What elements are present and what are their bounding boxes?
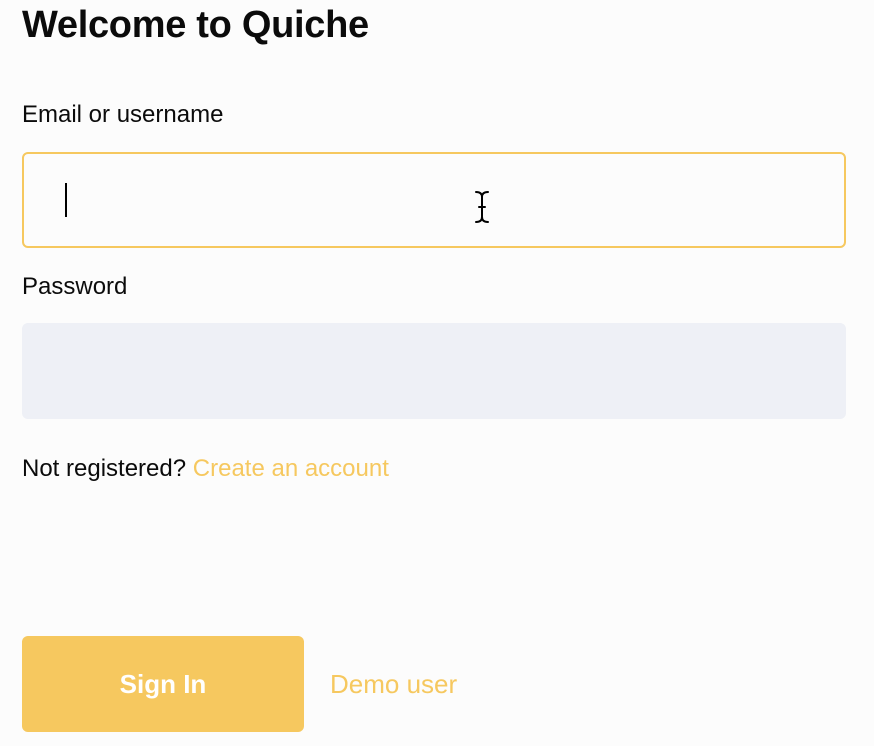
login-page: Welcome to Quiche Email or username Pass… [0, 0, 874, 746]
text-caret [65, 183, 67, 217]
password-field[interactable] [23, 324, 845, 418]
register-text: Not registered? [22, 455, 187, 482]
text-cursor-icon [475, 191, 489, 223]
email-label: Email or username [22, 101, 224, 128]
page-title: Welcome to Quiche [22, 4, 369, 46]
email-field[interactable] [24, 154, 844, 246]
create-account-link[interactable]: Create an account [193, 455, 389, 482]
sign-in-button[interactable]: Sign In [22, 636, 304, 732]
password-field-wrapper [22, 323, 846, 419]
register-prompt: Not registered? Create an account [22, 454, 389, 484]
password-label: Password [22, 273, 128, 300]
demo-user-link[interactable]: Demo user [330, 668, 457, 700]
email-field-wrapper [22, 152, 846, 248]
